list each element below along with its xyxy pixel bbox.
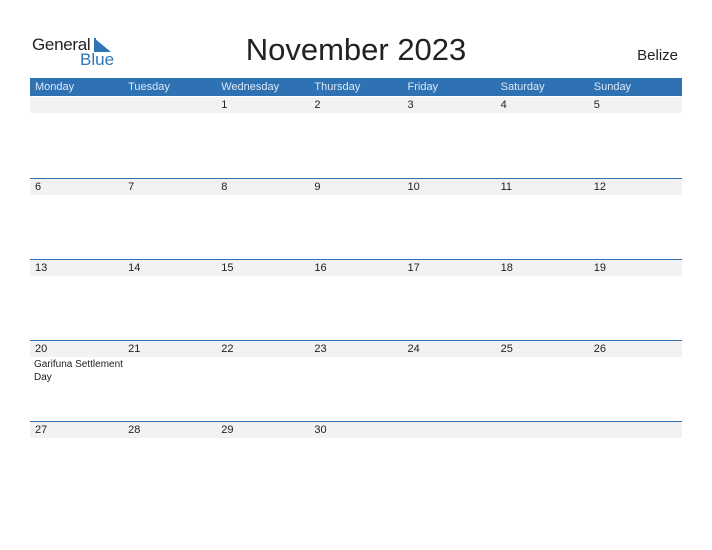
day-cell: 15 <box>216 260 309 276</box>
date-strip: 1 2 3 4 5 <box>30 97 682 113</box>
day-number: 6 <box>35 181 42 193</box>
day-cell: 19 <box>589 260 682 276</box>
day-number: 18 <box>500 262 513 274</box>
day-number: 28 <box>128 424 141 436</box>
day-number: 15 <box>221 262 234 274</box>
week-row: 1 2 3 4 5 <box>30 97 682 178</box>
day-cell: 23 <box>309 341 402 357</box>
country-label: Belize <box>637 47 678 64</box>
day-number: 12 <box>593 181 606 193</box>
day-cell: 24 <box>403 341 496 357</box>
day-number: 19 <box>593 262 606 274</box>
week-row: 6 7 8 9 10 11 12 <box>30 178 682 260</box>
day-number: 13 <box>35 262 48 274</box>
day-cell: 12 <box>589 179 682 195</box>
weekday-header: Monday Tuesday Wednesday Thursday Friday… <box>30 78 682 96</box>
date-strip: 13 14 15 16 17 18 19 <box>30 260 682 276</box>
day-cell <box>496 422 589 438</box>
day-cell <box>30 97 123 113</box>
day-cell: 2 <box>309 97 402 113</box>
day-cell: 21 <box>123 341 216 357</box>
weekday-thursday: Thursday <box>314 81 361 93</box>
day-number: 8 <box>221 181 228 193</box>
day-cell: 16 <box>309 260 402 276</box>
day-number: 23 <box>314 343 327 355</box>
day-cell: 11 <box>496 179 589 195</box>
day-number: 20 <box>35 343 48 355</box>
day-number: 26 <box>593 343 606 355</box>
day-cell: 4 <box>496 97 589 113</box>
date-strip: 20 Garifuna Settlement Day 21 22 23 24 25 26 <box>30 341 682 383</box>
day-cell: 9 <box>309 179 402 195</box>
day-number: 24 <box>407 343 420 355</box>
day-number: 11 <box>500 181 513 193</box>
day-number: 14 <box>128 262 141 274</box>
day-number: 5 <box>593 99 600 111</box>
date-strip: 6 7 8 9 10 11 12 <box>30 179 682 195</box>
calendar-title: November 2023 <box>245 32 467 67</box>
day-cell: 25 <box>496 341 589 357</box>
day-cell: 3 <box>403 97 496 113</box>
day-number: 27 <box>35 424 48 436</box>
day-number: 10 <box>407 181 420 193</box>
day-cell <box>589 422 682 438</box>
day-cell: 13 <box>30 260 123 276</box>
day-cell: 14 <box>123 260 216 276</box>
weekday-tuesday: Tuesday <box>128 81 170 93</box>
weekday-sunday: Sunday <box>593 81 632 93</box>
day-cell: 29 <box>216 422 309 438</box>
week-row: 27 28 29 30 <box>30 421 682 503</box>
day-number: 7 <box>128 181 135 193</box>
week-row: 20 Garifuna Settlement Day 21 22 23 24 25 26 <box>30 340 682 422</box>
day-cell: 30 <box>309 422 402 438</box>
weekday-monday: Monday <box>35 81 75 93</box>
weekday-wednesday: Wednesday <box>221 81 280 93</box>
day-number: 25 <box>500 343 513 355</box>
day-cell: 6 <box>30 179 123 195</box>
week-row: 13 14 15 16 17 18 19 <box>30 259 682 341</box>
day-number: 30 <box>314 424 327 436</box>
weekday-friday: Friday <box>407 81 439 93</box>
day-cell: 27 <box>30 422 123 438</box>
day-cell: 28 <box>123 422 216 438</box>
date-strip: 27 28 29 30 <box>30 422 682 438</box>
day-cell: 26 <box>589 341 682 357</box>
day-cell <box>123 97 216 113</box>
day-cell: 1 <box>216 97 309 113</box>
day-cell: 20 Garifuna Settlement Day <box>30 341 123 383</box>
day-number: 17 <box>407 262 420 274</box>
day-number: 16 <box>314 262 327 274</box>
day-number: 4 <box>500 99 507 111</box>
day-number: 2 <box>314 99 321 111</box>
holiday-label: Garifuna Settlement Day <box>34 359 123 383</box>
day-number: 29 <box>221 424 234 436</box>
day-cell: 8 <box>216 179 309 195</box>
day-cell: 18 <box>496 260 589 276</box>
day-number: 9 <box>314 181 321 193</box>
day-number: 1 <box>221 99 228 111</box>
day-cell: 17 <box>403 260 496 276</box>
weekday-saturday: Saturday <box>500 81 545 93</box>
day-number: 21 <box>128 343 141 355</box>
day-number: 3 <box>407 99 414 111</box>
day-cell: 22 <box>216 341 309 357</box>
day-cell: 5 <box>589 97 682 113</box>
day-cell: 7 <box>123 179 216 195</box>
day-cell <box>403 422 496 438</box>
day-cell: 10 <box>403 179 496 195</box>
day-number: 22 <box>221 343 234 355</box>
